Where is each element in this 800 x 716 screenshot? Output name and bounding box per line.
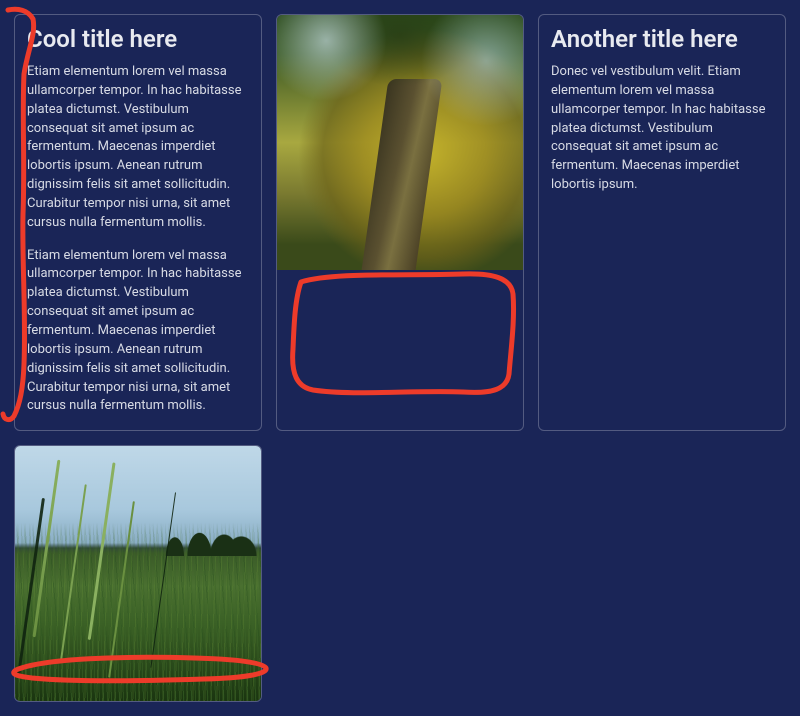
card-grid: Cool title here Etiam elementum lorem ve… — [0, 0, 800, 716]
card-paragraph: Etiam elementum lorem vel massa ullamcor… — [27, 247, 249, 417]
grass-image — [15, 446, 261, 701]
card-paragraph: Etiam elementum lorem vel massa ullamcor… — [27, 63, 249, 233]
tree-image — [277, 15, 523, 270]
card-title: Another title here — [551, 25, 773, 53]
card-2-blank-area — [277, 270, 523, 420]
card-paragraph: Donec vel vestibulum velit. Etiam elemen… — [551, 63, 773, 195]
card-2 — [276, 14, 524, 431]
card-title: Cool title here — [27, 25, 249, 53]
card-1: Cool title here Etiam elementum lorem ve… — [14, 14, 262, 431]
card-body: Donec vel vestibulum velit. Etiam elemen… — [551, 63, 773, 195]
card-4 — [14, 445, 262, 702]
trees-silhouette — [15, 518, 261, 556]
card-3: Another title here Donec vel vestibulum … — [538, 14, 786, 431]
card-body: Etiam elementum lorem vel massa ullamcor… — [27, 63, 249, 416]
